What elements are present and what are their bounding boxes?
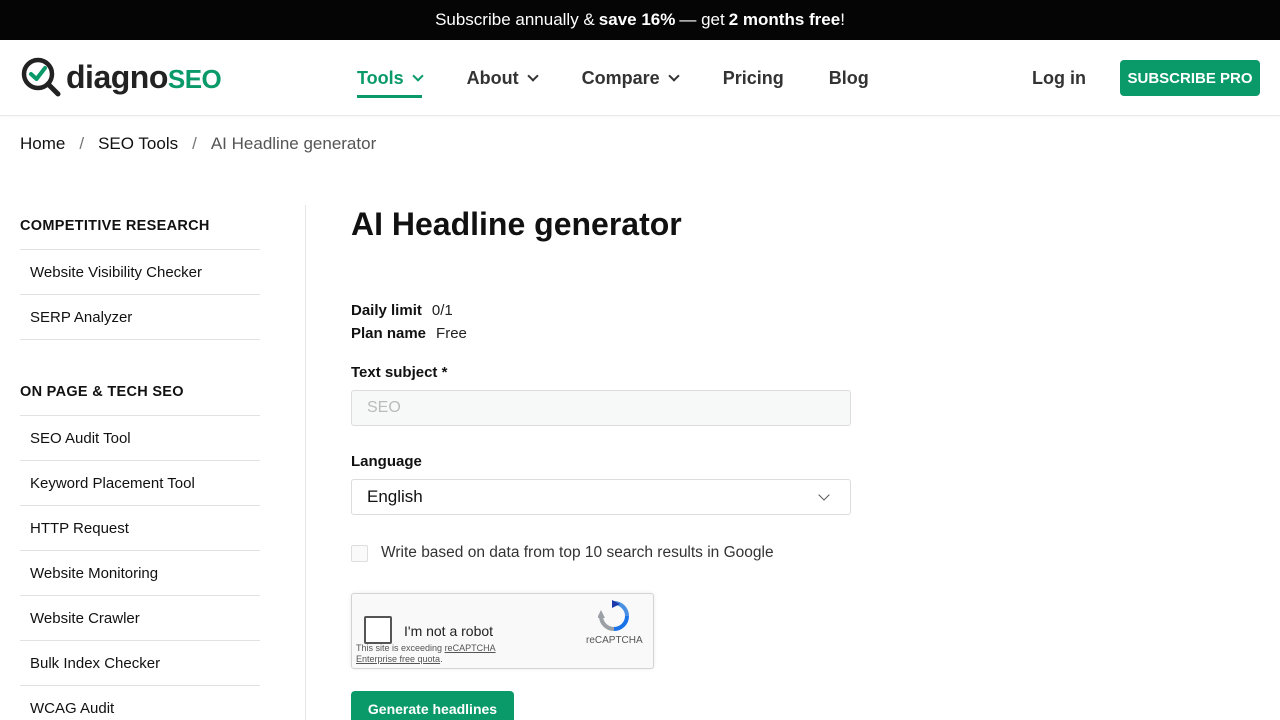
- sidebar-item-website-crawler[interactable]: Website Crawler: [20, 596, 260, 641]
- language-value: English: [367, 487, 423, 506]
- recaptcha-checkbox[interactable]: [364, 616, 392, 644]
- recaptcha-brand: reCAPTCHA: [586, 635, 643, 646]
- sidebar-item-website-visibility-checker[interactable]: Website Visibility Checker: [20, 250, 260, 295]
- recaptcha-label: I'm not a robot: [404, 623, 494, 639]
- sidebar-divider: [305, 205, 306, 720]
- promo-text-1: Subscribe annually &: [435, 10, 595, 29]
- page-title: AI Headline generator: [351, 206, 682, 242]
- main-nav: Tools About Compare Pricing Blog: [357, 40, 914, 116]
- top-results-option[interactable]: Write based on data from top 10 search r…: [351, 544, 774, 562]
- recaptcha-quota-link[interactable]: Enterprise free quota: [356, 654, 440, 664]
- subscribe-pro-button[interactable]: SUBSCRIBE PRO: [1120, 60, 1260, 96]
- recaptcha-link[interactable]: reCAPTCHA: [445, 643, 496, 653]
- nav-blog[interactable]: Blog: [829, 58, 869, 98]
- sidebar-section-title: ON PAGE & TECH SEO: [20, 366, 260, 416]
- breadcrumb-seo-tools[interactable]: SEO Tools: [98, 134, 178, 154]
- promo-text-2: — get: [679, 10, 725, 29]
- daily-limit-label: Daily limit: [351, 302, 422, 319]
- recaptcha-widget[interactable]: I'm not a robot This site is exceeding r…: [351, 593, 654, 669]
- nav-about[interactable]: About: [467, 58, 539, 98]
- site-header: diagnoSEO Tools About Compare Pricing Bl…: [0, 40, 1280, 116]
- language-label: Language: [351, 453, 422, 470]
- promo-text-3: !: [840, 10, 845, 29]
- breadcrumb: Home / SEO Tools / AI Headline generator: [20, 134, 376, 154]
- usage-info: Daily limit 0/1 Plan name Free: [351, 299, 467, 345]
- sidebar-item-serp-analyzer[interactable]: SERP Analyzer: [20, 295, 260, 340]
- promo-discount: save 16%: [598, 10, 676, 29]
- chevron-down-icon: [526, 69, 539, 82]
- chevron-down-icon: [818, 489, 830, 501]
- magnifier-check-icon: [21, 57, 61, 97]
- text-subject-input[interactable]: SEO: [351, 390, 851, 426]
- text-subject-placeholder: SEO: [367, 399, 401, 416]
- login-link[interactable]: Log in: [1032, 68, 1086, 89]
- top-results-label: Write based on data from top 10 search r…: [381, 544, 774, 561]
- sidebar-item-bulk-index-checker[interactable]: Bulk Index Checker: [20, 641, 260, 686]
- promo-free-months: 2 months free: [728, 10, 841, 29]
- sidebar-item-keyword-placement-tool[interactable]: Keyword Placement Tool: [20, 461, 260, 506]
- recaptcha-logo-icon: [598, 600, 629, 631]
- breadcrumb-current: AI Headline generator: [210, 134, 377, 153]
- generate-headlines-button[interactable]: Generate headlines: [351, 691, 514, 720]
- breadcrumb-separator: /: [79, 134, 85, 153]
- logo-text: diagnoSEO: [66, 58, 222, 95]
- language-select[interactable]: English: [351, 479, 851, 515]
- chevron-down-icon: [412, 69, 424, 82]
- daily-limit-value: 0/1: [431, 302, 453, 319]
- breadcrumb-separator: /: [192, 134, 197, 153]
- sidebar-item-wcag-audit[interactable]: WCAG Audit: [20, 686, 260, 720]
- sidebar-item-http-request[interactable]: HTTP Request: [20, 506, 260, 551]
- breadcrumb-home[interactable]: Home: [20, 134, 65, 154]
- promo-banner[interactable]: Subscribe annually & save 16% — get 2 mo…: [0, 0, 1280, 40]
- plan-name-value: Free: [436, 325, 467, 342]
- nav-pricing[interactable]: Pricing: [723, 58, 784, 98]
- sidebar: COMPETITIVE RESEARCH Website Visibility …: [20, 200, 260, 720]
- sidebar-section-title: COMPETITIVE RESEARCH: [20, 200, 260, 250]
- top-results-checkbox[interactable]: [351, 544, 368, 562]
- logo[interactable]: diagnoSEO: [20, 56, 222, 98]
- sidebar-item-seo-audit-tool[interactable]: SEO Audit Tool: [20, 416, 260, 461]
- plan-name-label: Plan name: [351, 325, 427, 342]
- text-subject-label: Text subject *: [351, 364, 448, 381]
- nav-compare[interactable]: Compare: [582, 58, 680, 98]
- chevron-down-icon: [668, 69, 680, 82]
- sidebar-item-website-monitoring[interactable]: Website Monitoring: [20, 551, 260, 596]
- nav-tools[interactable]: Tools: [357, 58, 424, 98]
- recaptcha-quota-note: This site is exceeding reCAPTCHA Enterpr…: [356, 643, 496, 664]
